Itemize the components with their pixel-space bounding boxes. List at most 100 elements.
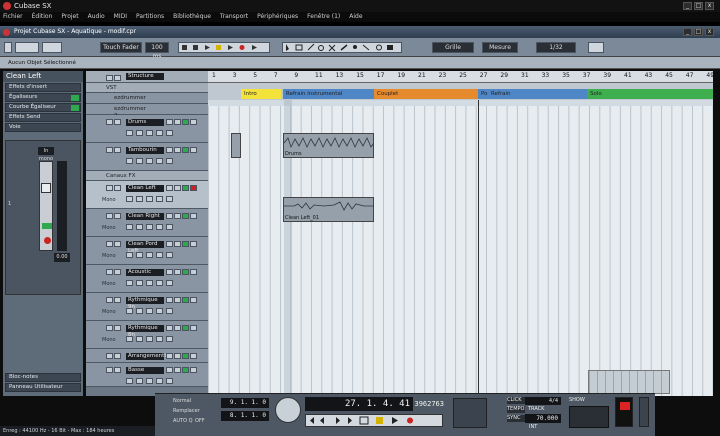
track-option-button[interactable]	[166, 158, 173, 164]
marker-couplet[interactable]: Couplet	[374, 89, 478, 99]
solo-button[interactable]	[114, 241, 121, 247]
monitor-button[interactable]	[182, 119, 189, 125]
track-name[interactable]: Arrangements	[126, 353, 167, 360]
monitor-button[interactable]	[182, 297, 189, 303]
track-name[interactable]: Drums	[126, 119, 164, 126]
read-button[interactable]	[166, 241, 173, 247]
monitor-button[interactable]	[182, 353, 189, 359]
track-option-button[interactable]	[146, 130, 153, 136]
record-button[interactable]	[190, 297, 197, 303]
automation-mode-select[interactable]: Touch Fader	[100, 42, 142, 53]
track-row-arrangements[interactable]: Arrangements	[86, 349, 208, 363]
track-row-basse[interactable]: Basse	[86, 363, 208, 387]
timeline-ruler[interactable]: 1 3 5 7 9 11 13 15 17 19 21 23 25 27 29 31 33 35 37 39 41 43 4…	[208, 71, 714, 83]
track-option-button[interactable]	[126, 158, 133, 164]
marker-refrain[interactable]: Refrain	[488, 89, 587, 99]
track-row-acoustic[interactable]: Acoustic Mono	[86, 265, 208, 293]
solo-button[interactable]	[114, 325, 121, 331]
track-row-clean-left[interactable]: Clean Left Mono	[86, 181, 208, 209]
right-locator-display[interactable]: 8. 1. 1. 0	[221, 411, 269, 421]
inspector-eq[interactable]: Égaliseurs	[5, 93, 81, 102]
jog-wheel[interactable]	[275, 397, 301, 423]
solo-button[interactable]	[114, 297, 121, 303]
marker-refrain-instrumental[interactable]: Refrain instrumental	[283, 89, 374, 99]
track-option-button[interactable]	[166, 378, 173, 384]
track-option-button[interactable]	[146, 158, 153, 164]
menu-bibliotheque[interactable]: Bibliothèque	[173, 12, 211, 22]
volume-fader-handle[interactable]	[41, 183, 51, 193]
tempo-display[interactable]: 70.000	[525, 414, 561, 423]
track-option-button[interactable]	[166, 280, 173, 286]
inspector-user-panel[interactable]: Panneau Utilisateur	[5, 383, 81, 392]
track-option-button[interactable]	[156, 224, 163, 230]
monitor-button[interactable]	[182, 147, 189, 153]
track-option-button[interactable]	[126, 252, 133, 258]
track-option-button[interactable]	[136, 378, 143, 384]
track-row-structure[interactable]: Structure	[86, 71, 208, 83]
mute-button[interactable]	[106, 353, 113, 359]
track-option-button[interactable]	[146, 336, 153, 342]
inspector-channel[interactable]: Voie	[5, 123, 81, 132]
transport-mini-buttons[interactable]	[178, 42, 270, 53]
menu-fichier[interactable]: Fichier	[3, 12, 23, 22]
read-button[interactable]	[166, 297, 173, 303]
track-option-button[interactable]	[136, 158, 143, 164]
track-option-button[interactable]	[146, 308, 153, 314]
mode-replace-label[interactable]: Remplacer	[173, 408, 213, 416]
mute-button[interactable]	[106, 269, 113, 275]
track-name[interactable]: Structure	[126, 73, 164, 80]
monitor-button[interactable]	[182, 213, 189, 219]
auto-quantize-label[interactable]: AUTO Q	[173, 418, 193, 426]
record-button[interactable]	[190, 185, 197, 191]
read-button[interactable]	[166, 353, 173, 359]
minimize-button[interactable]: _	[683, 2, 692, 10]
record-button[interactable]	[190, 367, 197, 373]
track-name[interactable]: Rythmique 9n	[126, 297, 164, 310]
track-name[interactable]: Basse	[126, 367, 164, 374]
track-option-button[interactable]	[156, 196, 163, 202]
track-option-button[interactable]	[136, 252, 143, 258]
track-option-button[interactable]	[166, 308, 173, 314]
auto-latency-select[interactable]: 100 ms	[145, 42, 169, 60]
read-button[interactable]	[166, 119, 173, 125]
track-row-tambourin[interactable]: Tambourin	[86, 143, 208, 171]
track-row-vst-instruments[interactable]: VST Instruments	[86, 83, 208, 98]
event-display[interactable]: Drums Clean Left_01	[208, 100, 713, 396]
read-button[interactable]	[166, 147, 173, 153]
record-button[interactable]	[190, 325, 197, 331]
menu-audio[interactable]: Audio	[88, 12, 105, 22]
track-option-button[interactable]	[166, 224, 173, 230]
solo-button[interactable]	[114, 147, 121, 153]
solo-button[interactable]	[114, 367, 121, 373]
record-button[interactable]	[190, 147, 197, 153]
track-option-button[interactable]	[126, 308, 133, 314]
color-palette-button[interactable]	[588, 42, 604, 53]
write-button[interactable]	[174, 185, 181, 191]
auto-quantize-off[interactable]: OFF	[195, 418, 211, 426]
marker-pont[interactable]: Pont	[478, 89, 493, 99]
menu-fenetre[interactable]: Fenêtre (1)	[307, 12, 340, 22]
mute-button[interactable]	[106, 213, 113, 219]
menu-aide[interactable]: Aide	[349, 12, 362, 22]
track-row-ezdrummer-2[interactable]: ezdrummer 2	[86, 104, 208, 119]
maximize-button[interactable]: □	[694, 2, 703, 10]
track-option-button[interactable]	[126, 280, 133, 286]
activate-project-button[interactable]	[4, 42, 12, 53]
write-button[interactable]	[174, 269, 181, 275]
menu-peripheriques[interactable]: Périphériques	[257, 12, 298, 22]
track-option-button[interactable]	[156, 280, 163, 286]
write-button[interactable]	[174, 297, 181, 303]
mute-button[interactable]	[106, 367, 113, 373]
track-option-button[interactable]	[146, 252, 153, 258]
track-option-button[interactable]	[166, 196, 173, 202]
track-option-button[interactable]	[136, 308, 143, 314]
track-row-rythmique-9n[interactable]: Rythmique 9n Mono	[86, 293, 208, 321]
track-row-ezdrummer[interactable]: ezdrummer	[86, 93, 208, 104]
menu-projet[interactable]: Projet	[61, 12, 78, 22]
track-option-button[interactable]	[126, 130, 133, 136]
track-row-drums[interactable]: Drums	[86, 115, 208, 143]
record-button[interactable]	[190, 269, 197, 275]
track-row-rythmique-8n[interactable]: Rythmique 8n Mono	[86, 321, 208, 349]
record-button[interactable]	[190, 213, 197, 219]
write-button[interactable]	[174, 241, 181, 247]
